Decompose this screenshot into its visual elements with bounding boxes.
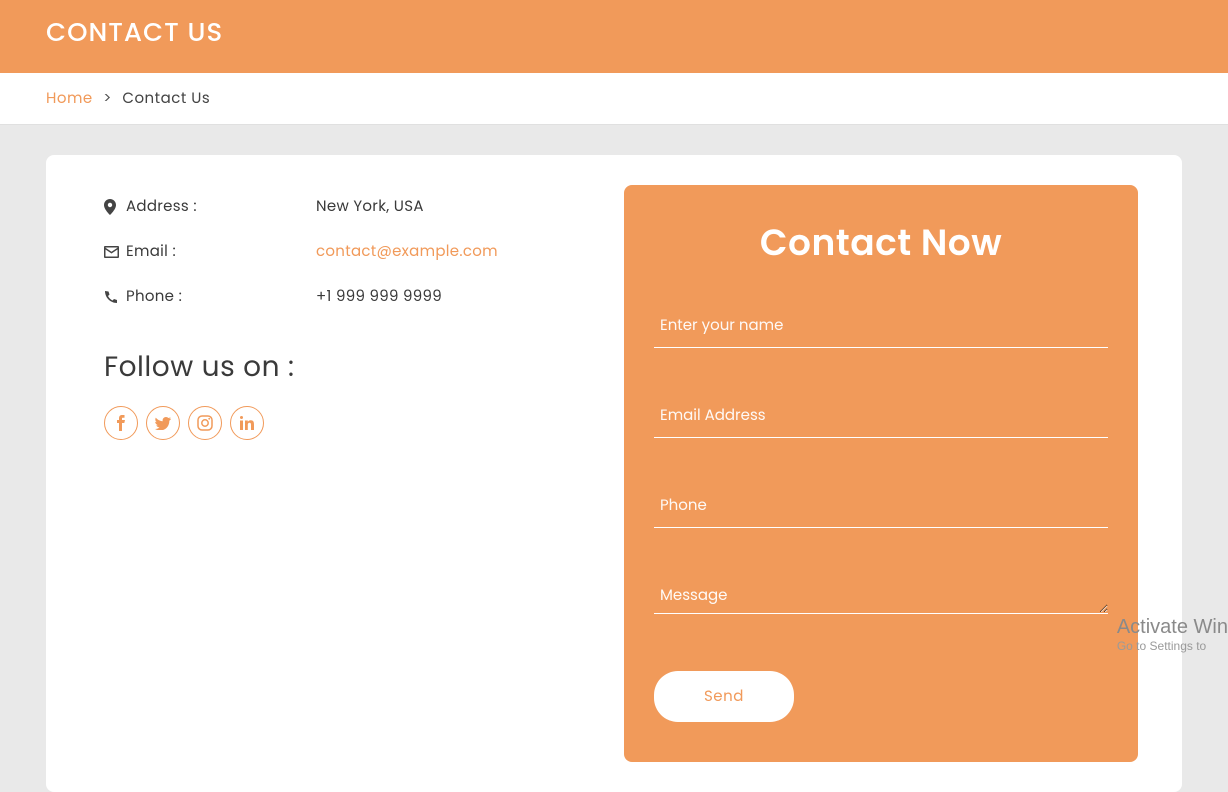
phone-icon <box>104 290 126 304</box>
address-value: New York, USA <box>316 195 424 218</box>
name-input[interactable] <box>654 304 1108 348</box>
address-row: Address : New York, USA <box>104 195 566 218</box>
social-buttons <box>104 406 566 440</box>
email-link[interactable]: contact@example.com <box>316 240 498 263</box>
breadcrumb: Home > Contact Us <box>0 73 1228 125</box>
contact-card: Address : New York, USA Email : contact@… <box>46 155 1182 792</box>
linkedin-icon[interactable] <box>230 406 264 440</box>
facebook-icon[interactable] <box>104 406 138 440</box>
contact-form-card: Contact Now Send <box>624 185 1138 762</box>
breadcrumb-separator: > <box>103 88 112 109</box>
instagram-icon[interactable] <box>188 406 222 440</box>
email-input[interactable] <box>654 394 1108 438</box>
contact-info-column: Address : New York, USA Email : contact@… <box>46 185 624 762</box>
form-column: Contact Now Send <box>624 185 1182 762</box>
phone-row: Phone : +1 999 999 9999 <box>104 285 566 308</box>
header-bar: CONTACT US <box>0 0 1228 73</box>
breadcrumb-home-link[interactable]: Home <box>46 88 93 109</box>
email-label: Email : <box>126 240 316 263</box>
envelope-icon <box>104 246 126 258</box>
send-button[interactable]: Send <box>654 671 794 722</box>
address-label: Address : <box>126 195 316 218</box>
phone-input[interactable] <box>654 484 1108 528</box>
form-title: Contact Now <box>654 215 1108 270</box>
phone-value: +1 999 999 9999 <box>316 285 442 308</box>
phone-label: Phone : <box>126 285 316 308</box>
twitter-icon[interactable] <box>146 406 180 440</box>
email-row: Email : contact@example.com <box>104 240 566 263</box>
message-input[interactable] <box>654 574 1108 614</box>
page-title: CONTACT US <box>46 14 1182 53</box>
follow-heading: Follow us on : <box>104 346 566 388</box>
breadcrumb-current: Contact Us <box>122 88 210 109</box>
map-marker-icon <box>104 199 126 215</box>
